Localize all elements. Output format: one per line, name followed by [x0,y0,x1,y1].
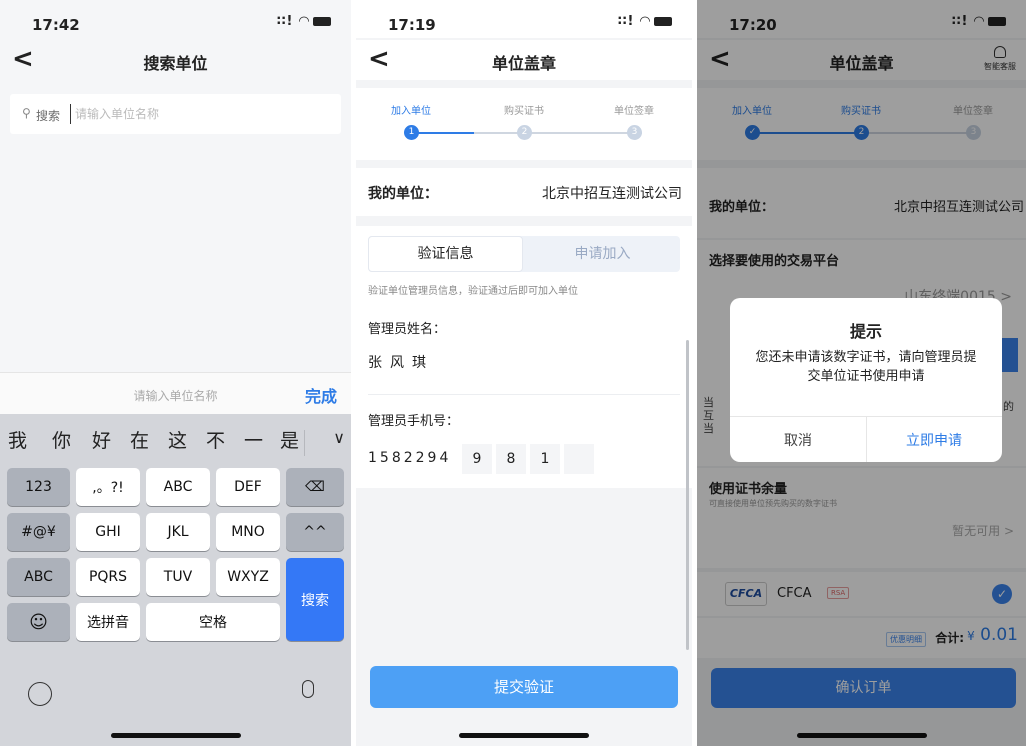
cancel-button[interactable]: 取消 [730,430,866,450]
candidate-bar: 我 你 好 在 这 不 一 是 ∨ [0,426,351,462]
status-bar: 17:19 ∶∶! ◠ [356,0,692,38]
my-unit-row: 我的单位： 北京中招互连测试公司 [356,168,692,216]
unit-seal-order-screen: 17:20 ∶∶! ◠ < 单位盖章 智能客服 加入单位 购买证书 单位签章 ✓… [697,0,1026,746]
search-input[interactable] [70,104,320,124]
tab-verify-info[interactable]: 验证信息 [368,236,523,272]
tab-apply-join[interactable]: 申请加入 [525,236,680,272]
emoji-icon[interactable]: ☺ [7,603,70,641]
signal-wifi-icon: ∶∶! ◠ [277,14,331,29]
phone-prefix: 1582294 [368,450,452,466]
key-symbols[interactable]: #@¥ [7,513,70,551]
dialog-message: 您还未申请该数字证书，请向管理员提交单位证书使用申请 [755,350,977,384]
key-def[interactable]: DEF [216,468,280,506]
nav-bar: < 搜索单位 [0,40,351,80]
divider [368,394,680,395]
candidate-item[interactable]: 是 [280,426,299,453]
verify-hint: 验证单位管理员信息，验证通过后即可加入单位 [368,286,578,297]
keyboard: 我 你 好 在 这 不 一 是 ∨ 123 ,。?! ABC DEF ⌫ #@¥… [0,414,351,746]
phone-digit-cell[interactable]: 9 [462,444,492,474]
key-mno[interactable]: MNO [216,513,280,551]
candidate-item[interactable]: 你 [52,426,71,453]
scrollbar[interactable] [686,340,689,650]
page-title: 搜索单位 [143,54,208,73]
step-label: 购买证书 [504,106,544,117]
backspace-icon[interactable]: ⌫ [286,468,344,506]
search-key[interactable]: 搜索 [286,558,344,641]
candidate-item[interactable]: 我 [8,426,27,453]
battery-icon [654,17,672,26]
status-time: 17:19 [388,16,436,34]
nav-bar: < 单位盖章 [356,40,692,80]
key-pqrs[interactable]: PQRS [76,558,140,596]
status-bar: 17:42 ∶∶! ◠ [0,0,351,38]
status-time: 17:42 [32,16,80,34]
step-connector [532,132,642,134]
home-indicator [459,733,589,738]
globe-icon[interactable] [28,682,52,706]
candidate-item[interactable]: 一 [244,426,263,453]
phone-digit-cell[interactable]: 1 [530,444,560,474]
dialog-title: 提示 [849,322,882,341]
my-unit-value: 北京中招互连测试公司 [542,186,682,202]
space-key[interactable]: 空格 [146,603,280,641]
key-emoticon[interactable]: ^^ [286,513,344,551]
verify-unit-screen: 17:19 ∶∶! ◠ < 单位盖章 加入单位 购买证书 单位签章 1 2 3 … [356,0,692,746]
key-punctuation[interactable]: ,。?! [76,468,140,506]
search-bar[interactable]: ⚲ 搜索 [10,94,341,134]
search-unit-screen: 17:42 ∶∶! ◠ < 搜索单位 ⚲ 搜索 请输入单位名称 完成 我 你 好… [0,0,351,746]
key-jkl[interactable]: JKL [146,513,210,551]
key-tuv[interactable]: TUV [146,558,210,596]
candidate-item[interactable]: 这 [168,426,187,453]
candidate-divider [304,430,305,456]
candidate-item[interactable]: 好 [92,426,111,453]
phone-digit-cell[interactable] [564,444,594,474]
key-123[interactable]: 123 [7,468,70,506]
key-abc[interactable]: ABC [146,468,210,506]
step-label: 加入单位 [391,106,431,117]
prompt-dialog: 提示 您还未申请该数字证书，请向管理员提交单位证书使用申请 取消 立即申请 [730,298,1002,462]
step-dot: 2 [517,125,532,140]
admin-name-field[interactable]: 张风琪 [368,352,434,372]
key-wxyz[interactable]: WXYZ [216,558,280,596]
search-label: 搜索 [36,109,61,123]
microphone-icon[interactable] [302,680,314,698]
page-title: 单位盖章 [491,54,556,73]
candidate-item[interactable]: 不 [206,426,225,453]
done-button[interactable]: 完成 [305,383,337,407]
my-unit-label: 我的单位： [368,186,438,202]
step-label: 单位签章 [614,106,654,117]
accessory-placeholder: 请输入单位名称 [133,389,218,403]
key-pinyin-select[interactable]: 选拼音 [76,603,140,641]
candidate-item[interactable]: 在 [130,426,149,453]
admin-name-label: 管理员姓名： [368,322,447,337]
verify-form: 验证信息 申请加入 验证单位管理员信息，验证通过后即可加入单位 管理员姓名： 张… [356,226,692,488]
submit-verify-button[interactable]: 提交验证 [370,666,678,708]
step-connector [418,132,474,134]
signal-wifi-icon: ∶∶! ◠ [618,14,672,29]
step-dot: 1 [404,125,419,140]
keyboard-accessory-bar: 请输入单位名称 完成 [0,372,351,414]
apply-now-button[interactable]: 立即申请 [866,430,1002,450]
home-indicator [110,733,241,738]
key-ghi[interactable]: GHI [76,513,140,551]
battery-icon [313,17,331,26]
segment-tabs: 验证信息 申请加入 [368,236,680,272]
chevron-down-icon[interactable]: ∨ [333,428,345,447]
phone-digit-cell[interactable]: 8 [496,444,526,474]
stepper: 加入单位 购买证书 单位签章 1 2 3 [356,88,692,160]
search-icon: ⚲ [22,106,31,120]
key-abc-mode[interactable]: ABC [7,558,70,596]
admin-phone-label: 管理员手机号： [368,414,460,429]
step-dot: 3 [627,125,642,140]
